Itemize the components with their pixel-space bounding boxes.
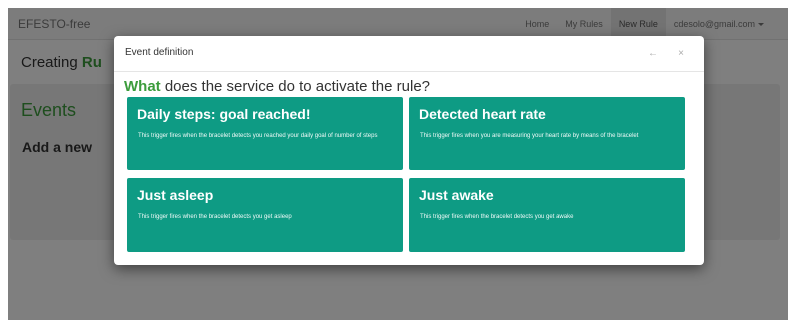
- card-description: This trigger fires when you are measurin…: [420, 133, 639, 139]
- trigger-card-heart-rate[interactable]: Detected heart rate This trigger fires w…: [409, 97, 685, 170]
- card-title: Detected heart rate: [419, 106, 546, 122]
- card-title: Just awake: [419, 187, 494, 203]
- trigger-card-just-asleep[interactable]: Just asleep This trigger fires when the …: [127, 178, 403, 252]
- modal-header: Event definition ← ×: [114, 36, 704, 72]
- card-title: Daily steps: goal reached!: [137, 106, 311, 122]
- question-accent: What: [124, 78, 161, 95]
- card-title: Just asleep: [137, 187, 214, 203]
- trigger-card-daily-steps[interactable]: Daily steps: goal reached! This trigger …: [127, 97, 403, 170]
- modal-title: Event definition: [125, 47, 194, 58]
- question-heading: What does the service do to activate the…: [124, 78, 430, 95]
- card-description: This trigger fires when the bracelet det…: [138, 214, 292, 220]
- card-description: This trigger fires when the bracelet det…: [138, 133, 378, 139]
- back-arrow-icon[interactable]: ←: [644, 46, 662, 62]
- close-icon[interactable]: ×: [672, 46, 690, 62]
- trigger-card-just-awake[interactable]: Just awake This trigger fires when the b…: [409, 178, 685, 252]
- question-text: does the service do to activate the rule…: [160, 78, 430, 95]
- event-definition-modal: Event definition ← × What does the servi…: [114, 36, 704, 265]
- card-description: This trigger fires when the bracelet det…: [420, 214, 574, 220]
- app-window: EFESTO-free Home My Rules New Rule cdeso…: [8, 8, 788, 320]
